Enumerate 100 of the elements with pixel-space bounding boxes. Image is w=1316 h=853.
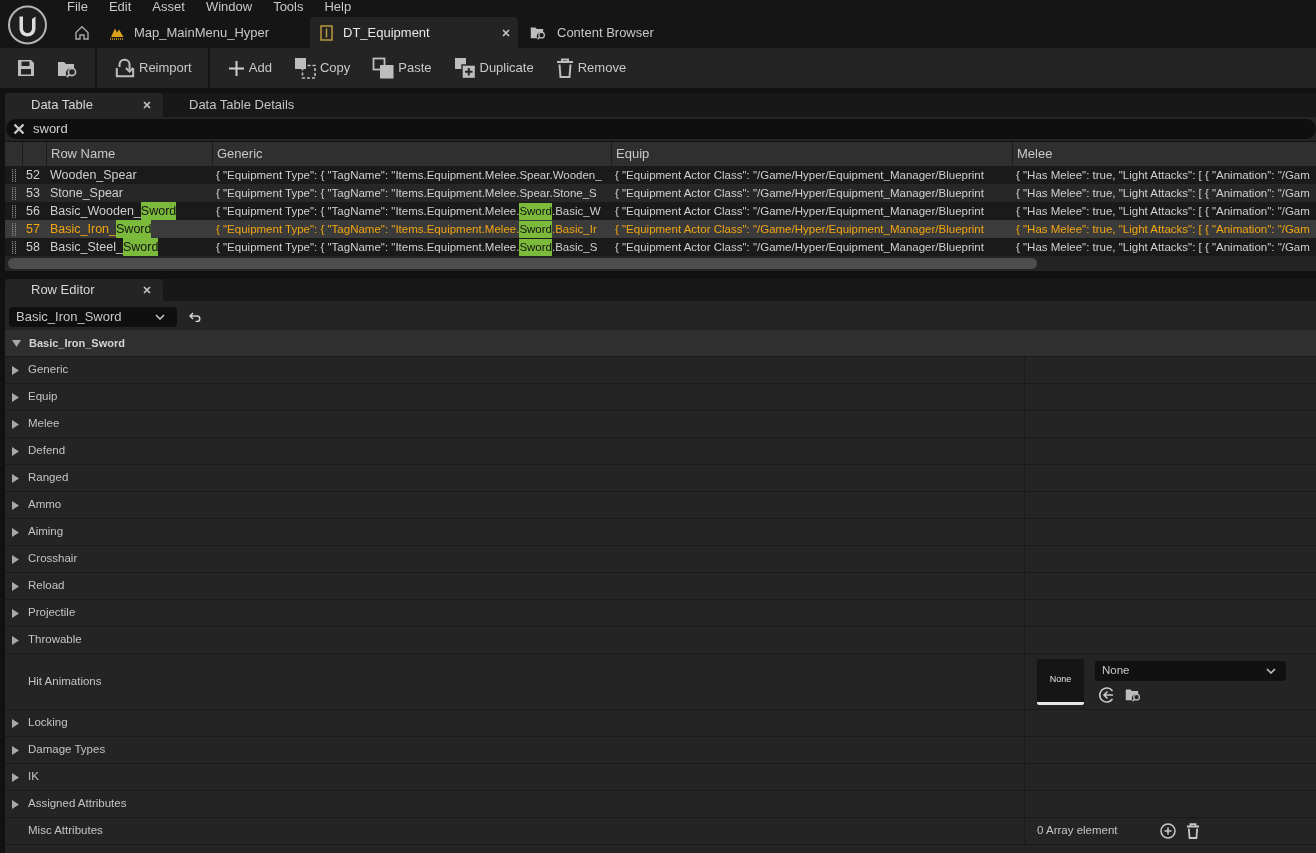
table-cell-text: { "Equipment Type": { "TagName": "Items.Equipment.Melee.Spear.Wooden_ [215, 167, 603, 183]
grip-icon[interactable] [11, 240, 16, 254]
row-dropdown[interactable]: Basic_Iron_Sword [9, 306, 177, 327]
logo-icon [6, 5, 49, 45]
grip-icon[interactable] [11, 186, 16, 200]
document-tab[interactable]: Content Browser [520, 17, 670, 48]
table-cell: { "Equipment Type": { "TagName": "Items.Equipment.Melee.Sword.Basic_Ir [212, 220, 611, 239]
menu-item[interactable]: Tools [273, 0, 304, 13]
category-header[interactable]: Basic_Iron_Sword [5, 330, 1316, 356]
table-cell: Basic_Iron_Sword [46, 220, 212, 239]
caret-right-icon[interactable] [12, 527, 19, 537]
square-plus-icon [453, 57, 476, 79]
grip-icon[interactable] [11, 204, 16, 218]
caret-right-icon[interactable] [12, 500, 19, 510]
panel-tab[interactable]: Data Table Details [163, 93, 321, 117]
menu-item[interactable]: Edit [108, 0, 132, 13]
caret-right-icon[interactable] [12, 365, 19, 375]
folder-search-icon[interactable] [1125, 687, 1142, 702]
search-field[interactable]: sword [6, 119, 1316, 139]
table-cell: { "Equipment Type": { "TagName": "Items.Equipment.Melee.Sword.Basic_S [212, 238, 611, 257]
table-row[interactable] [5, 238, 1316, 256]
document-tab[interactable]: DT_Equipment [310, 17, 518, 48]
copy-icon [293, 57, 316, 79]
property-label: Equip [28, 389, 58, 405]
trash-icon [555, 58, 574, 78]
table-row[interactable] [5, 166, 1316, 184]
menu-item[interactable]: Asset [152, 0, 185, 13]
caret-right-icon[interactable] [12, 608, 19, 618]
table-cell-text: { "Has Melee": true, "Light Attacks": [ { "Animation": "/Gam [1015, 185, 1311, 201]
property-label: Reload [28, 578, 65, 594]
home-icon [75, 25, 89, 40]
chevron-down-icon [155, 313, 165, 320]
chevron-down-icon [1266, 667, 1276, 674]
property-label: Defend [28, 443, 66, 459]
panel-tab[interactable]: Row Editor [5, 279, 163, 301]
property-label: Hit Animations [28, 673, 102, 689]
property-label: Melee [28, 416, 60, 432]
remove-button[interactable]: Remove [547, 52, 635, 84]
caret-right-icon[interactable] [12, 473, 19, 483]
plus-circle-icon[interactable] [1159, 823, 1176, 839]
menu-item[interactable]: File [67, 0, 88, 13]
table-cell: Basic_Steel_Sword [46, 238, 212, 257]
property-label: Damage Types [28, 742, 106, 758]
caret-right-icon[interactable] [12, 392, 19, 402]
table-row[interactable] [5, 220, 1316, 238]
scrollbar-thumb[interactable] [8, 258, 1037, 269]
caret-right-icon[interactable] [12, 554, 19, 564]
plus-icon [227, 59, 245, 77]
grip-icon[interactable] [11, 222, 16, 236]
paste-icon [372, 57, 395, 79]
caret-right-icon[interactable] [12, 419, 19, 429]
property-label: Crosshair [28, 551, 78, 567]
tray-arrow-icon [115, 58, 135, 78]
add-button[interactable]: Add [219, 52, 280, 84]
document-tab[interactable]: Map_MainMenu_Hyper [100, 17, 300, 48]
arrow-left-circle-icon[interactable] [1099, 686, 1115, 703]
caret-right-icon[interactable] [12, 635, 19, 645]
caret-right-icon[interactable] [12, 446, 19, 456]
grip-icon[interactable] [11, 168, 16, 182]
close-icon[interactable] [502, 28, 510, 37]
caret-right-icon[interactable] [12, 745, 19, 755]
property-label: Generic [28, 362, 69, 378]
duplicate-button[interactable]: Duplicate [445, 52, 542, 84]
row-number: 57 [25, 221, 41, 238]
table-cell-text: Stone_Spear [49, 185, 124, 202]
property-label: Aiming [28, 524, 64, 540]
property-label: Misc Attributes [28, 823, 103, 839]
paste-button[interactable]: Paste [364, 52, 440, 84]
table-cell-text: { "Has Melee": true, "Light Attacks": [ { "Animation": "/Gam [1015, 239, 1311, 255]
close-icon[interactable] [143, 286, 151, 294]
caret-right-icon[interactable] [12, 799, 19, 809]
property-label: IK [28, 769, 39, 785]
close-icon[interactable] [143, 101, 151, 109]
table-icon [320, 24, 333, 41]
save-icon [17, 59, 35, 77]
undo-icon[interactable] [189, 311, 201, 322]
table-cell: { "Equipment Type": { "TagName": "Items.Equipment.Melee.Sword.Basic_W [212, 202, 611, 221]
menu-item[interactable]: Help [324, 0, 352, 13]
caret-right-icon[interactable] [12, 772, 19, 782]
table-cell-text: { "Equipment Actor Class": "/Game/Hyper/Equipment_Manager/Blueprint [614, 185, 985, 201]
close-icon[interactable] [13, 123, 25, 135]
panel-tab[interactable]: Data Table [5, 93, 163, 117]
reimport-button[interactable]: Reimport [107, 52, 200, 84]
row-number: 52 [25, 167, 41, 184]
trash-icon[interactable] [1185, 823, 1200, 839]
copy-button[interactable]: Copy [285, 52, 359, 84]
property-label: Ammo [28, 497, 62, 513]
asset-thumbnail[interactable]: None [1037, 658, 1084, 705]
property-label: Locking [28, 715, 68, 731]
table-cell-text: { "Equipment Actor Class": "/Game/Hyper/Equipment_Manager/Blueprint [614, 221, 985, 237]
caret-right-icon[interactable] [12, 718, 19, 728]
table-row[interactable] [5, 184, 1316, 202]
caret-right-icon[interactable] [12, 581, 19, 591]
table-row[interactable] [5, 202, 1316, 220]
property-label: Projectile [28, 605, 76, 621]
menu-item[interactable]: Window [205, 0, 253, 13]
array-count: 0 Array element [1037, 823, 1118, 839]
table-cell-text: { "Equipment Actor Class": "/Game/Hyper/Equipment_Manager/Blueprint [614, 239, 985, 255]
folder-search-icon [530, 25, 547, 40]
asset-dropdown[interactable]: None [1095, 660, 1286, 681]
